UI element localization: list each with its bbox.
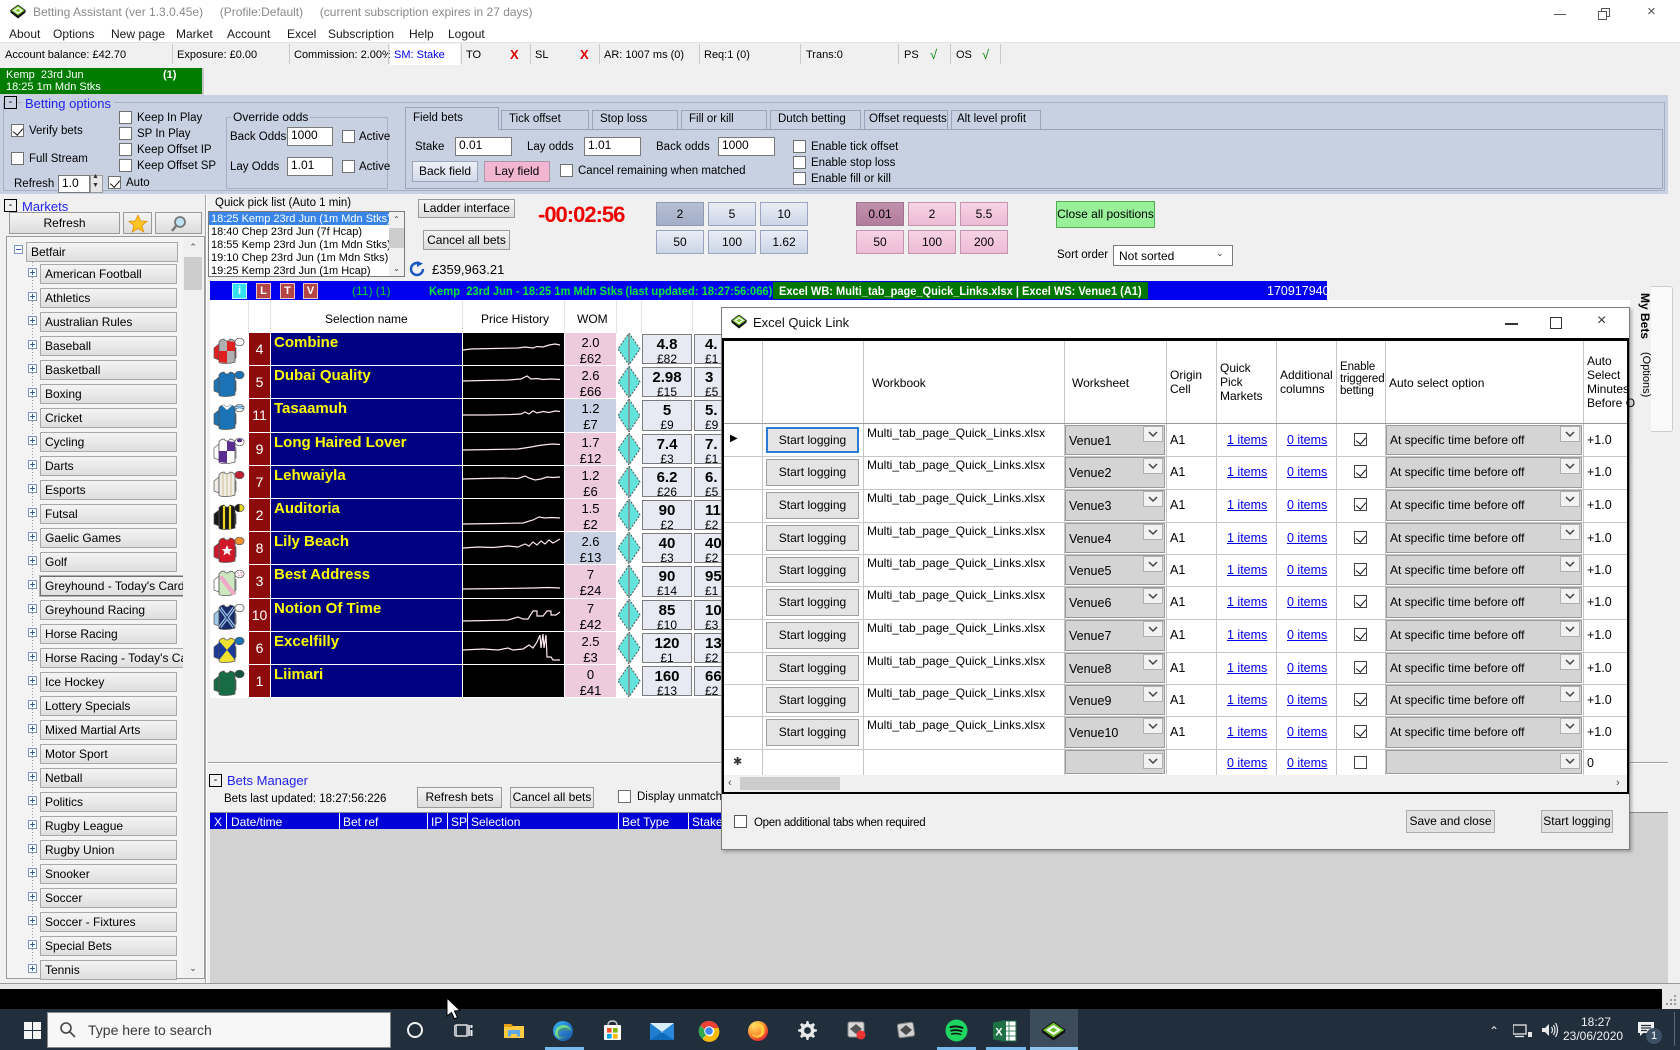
svg-text:X: X [995, 1027, 1003, 1039]
